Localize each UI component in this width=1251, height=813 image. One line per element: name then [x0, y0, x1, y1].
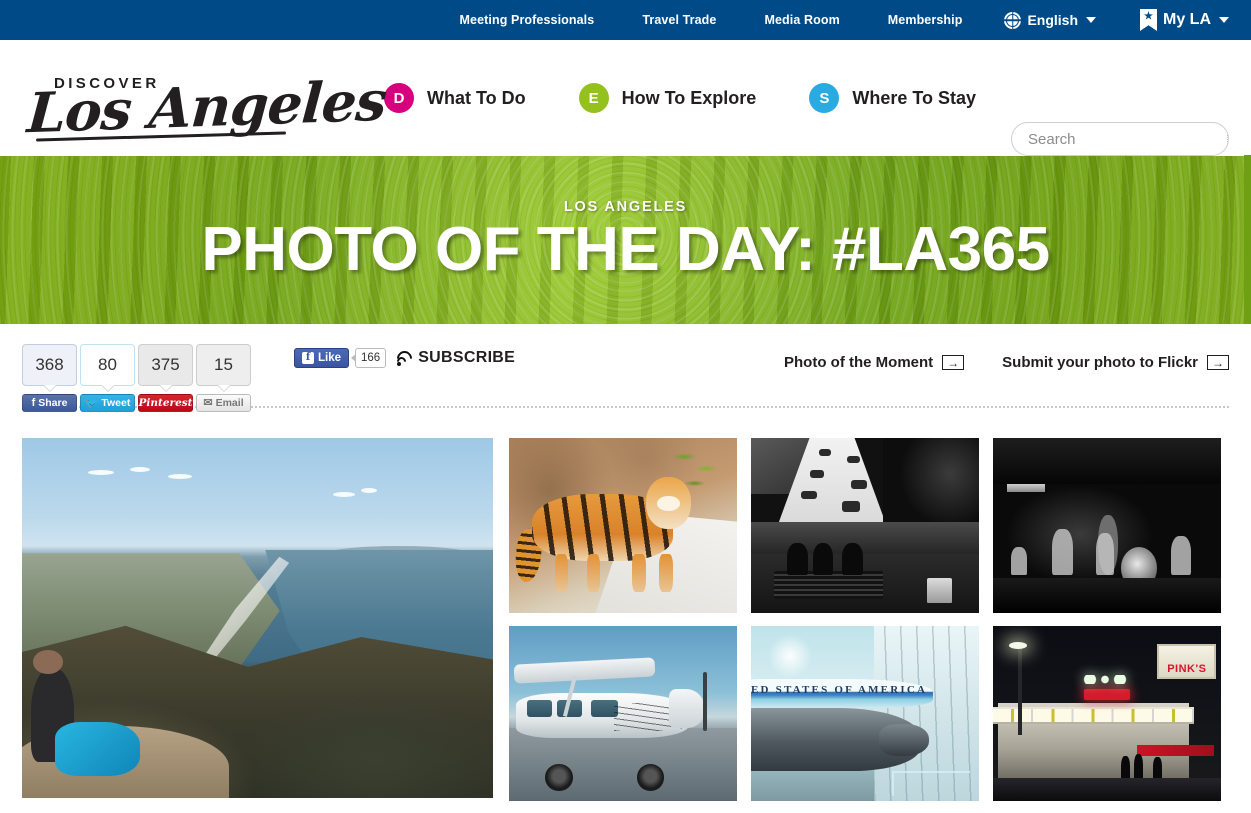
- nav-item-how-to-explore[interactable]: E How To Explore: [578, 83, 757, 113]
- gallery-thumb[interactable]: [509, 626, 737, 801]
- facebook-like-button[interactable]: f Like: [294, 348, 350, 368]
- share-counters: 368 f Share 80 🐦 Tweet 375 Pinterest 15 …: [22, 344, 251, 412]
- share-count-pinterest: 375: [138, 344, 193, 386]
- rss-icon: [394, 347, 416, 369]
- nav-badge-e: E: [578, 83, 609, 113]
- utility-link-meeting-professionals[interactable]: Meeting Professionals: [436, 13, 619, 27]
- nav-label-how-to-explore: How To Explore: [621, 87, 757, 108]
- facebook-like-widget: f Like 166 SUBSCRIBE: [294, 347, 516, 369]
- twitter-share-label: Tweet: [101, 397, 131, 409]
- twitter-share-button[interactable]: 🐦 Tweet: [80, 394, 135, 412]
- page-title: PHOTO OF THE DAY: #LA365: [201, 215, 1050, 284]
- globe-icon: [1004, 11, 1022, 29]
- thumbnail-grid: ED STATES OF AMERICA PINK'S: [509, 438, 1229, 801]
- facebook-icon: f: [302, 352, 314, 364]
- gallery-thumb[interactable]: ED STATES OF AMERICA: [751, 626, 979, 801]
- email-share-label: Email: [215, 397, 244, 409]
- share-counter-twitter: 80 🐦 Tweet: [80, 344, 135, 412]
- nav-item-what-to-do[interactable]: D What To Do: [384, 83, 526, 113]
- submit-photo-flickr-link[interactable]: Submit your photo to Flickr →: [1002, 354, 1229, 371]
- share-count-facebook: 368: [22, 344, 77, 386]
- chevron-down-icon: [1086, 17, 1096, 23]
- main-navigation: D What To Do E How To Explore S Where To…: [384, 83, 976, 113]
- photo-gallery: ED STATES OF AMERICA PINK'S: [22, 438, 1229, 801]
- search-box[interactable]: [1011, 122, 1229, 156]
- language-selector[interactable]: English: [986, 11, 1114, 29]
- gallery-thumb[interactable]: [993, 438, 1221, 613]
- nav-item-where-to-stay[interactable]: S Where To Stay: [809, 83, 976, 113]
- pinterest-share-button[interactable]: Pinterest: [138, 394, 193, 412]
- search-icon: [1228, 134, 1229, 145]
- featured-photo[interactable]: [22, 438, 493, 798]
- secondary-links: Photo of the Moment → Submit your photo …: [784, 354, 1229, 371]
- facebook-icon: f: [31, 396, 36, 409]
- site-header: DISCOVER Los Angeles D What To Do E How …: [0, 40, 1251, 156]
- share-count-twitter: 80: [80, 344, 135, 386]
- bookmark-star-icon: ★: [1140, 9, 1157, 31]
- share-bar: 368 f Share 80 🐦 Tweet 375 Pinterest 15 …: [22, 324, 1229, 412]
- gallery-thumb[interactable]: [751, 438, 979, 613]
- nav-badge-d: D: [384, 83, 414, 113]
- thumbnail-row-1: [509, 438, 1229, 613]
- gallery-thumb[interactable]: [509, 438, 737, 613]
- my-la-menu[interactable]: ★ My LA: [1114, 9, 1229, 31]
- subscribe-link[interactable]: SUBSCRIBE: [394, 347, 516, 369]
- facebook-share-label: Share: [38, 397, 68, 409]
- share-counter-email: 15 ✉ Email: [196, 344, 251, 412]
- utility-link-travel-trade[interactable]: Travel Trade: [618, 13, 740, 27]
- thumbnail-row-2: ED STATES OF AMERICA PINK'S: [509, 626, 1229, 801]
- aircraft-livery-text: ED STATES OF AMERICA: [751, 683, 928, 696]
- page-content: 368 f Share 80 🐦 Tweet 375 Pinterest 15 …: [0, 324, 1251, 801]
- utility-links: Meeting Professionals Travel Trade Media…: [436, 9, 1229, 31]
- facebook-like-label: Like: [318, 352, 342, 364]
- share-counter-pinterest: 375 Pinterest: [138, 344, 193, 412]
- utility-bar: Meeting Professionals Travel Trade Media…: [0, 0, 1251, 40]
- email-share-button[interactable]: ✉ Email: [196, 394, 251, 412]
- featured-photo-column: [22, 438, 493, 801]
- utility-link-media-room[interactable]: Media Room: [740, 13, 863, 27]
- site-logo[interactable]: DISCOVER Los Angeles: [22, 62, 388, 145]
- gallery-thumb[interactable]: PINK'S: [993, 626, 1221, 801]
- nav-label-what-to-do: What To Do: [427, 87, 526, 108]
- arrow-right-icon: →: [1207, 355, 1229, 370]
- utility-link-membership[interactable]: Membership: [864, 13, 987, 27]
- hero-kicker: LOS ANGELES: [563, 199, 688, 215]
- share-counter-facebook: 368 f Share: [22, 344, 77, 412]
- envelope-icon: ✉: [203, 396, 213, 409]
- facebook-share-button[interactable]: f Share: [22, 394, 77, 412]
- nav-badge-s: S: [809, 83, 840, 113]
- photo-of-the-moment-label: Photo of the Moment: [784, 354, 934, 371]
- language-label: English: [1027, 12, 1078, 28]
- photo-of-the-moment-link[interactable]: Photo of the Moment →: [784, 354, 965, 371]
- chevron-down-icon: [1219, 17, 1229, 23]
- arrow-right-icon: →: [942, 355, 965, 370]
- search-button[interactable]: [1228, 123, 1229, 155]
- share-count-email: 15: [196, 344, 251, 386]
- subscribe-label: SUBSCRIBE: [418, 349, 516, 366]
- facebook-like-count: 166: [355, 348, 387, 368]
- nav-label-where-to-stay: Where To Stay: [852, 87, 977, 108]
- pinterest-share-label: Pinterest: [138, 397, 193, 409]
- twitter-bird-icon: 🐦: [84, 396, 99, 409]
- my-la-label: My LA: [1163, 11, 1211, 28]
- search-input[interactable]: [1012, 130, 1227, 148]
- submit-photo-flickr-label: Submit your photo to Flickr: [1002, 354, 1198, 371]
- pinks-sign: PINK'S: [1157, 643, 1217, 679]
- hero-banner: LOS ANGELES PHOTO OF THE DAY: #LA365: [0, 156, 1251, 324]
